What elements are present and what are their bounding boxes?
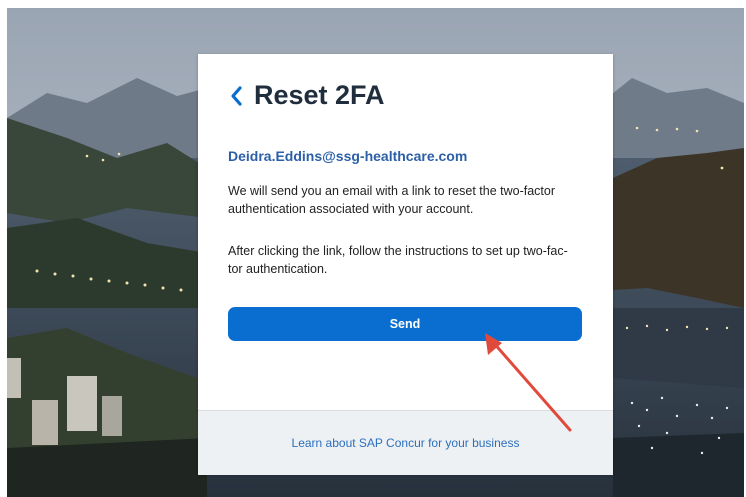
card-footer: Learn about SAP Concur for your business bbox=[198, 410, 613, 475]
chevron-left-icon[interactable] bbox=[228, 85, 246, 107]
learn-about-sap-concur-link[interactable]: Learn about SAP Concur for your business bbox=[292, 436, 520, 450]
send-button[interactable]: Send bbox=[228, 307, 582, 341]
screenshot-frame: Reset 2FA Deidra.Eddins@ssg-healthcare.c… bbox=[7, 8, 744, 497]
followup-instruction-text: After clicking the link, follow the inst… bbox=[228, 244, 568, 276]
card-header: Reset 2FA bbox=[228, 80, 385, 111]
account-email: Deidra.Eddins@ssg-healthcare.com bbox=[228, 148, 468, 164]
page-title: Reset 2FA bbox=[254, 80, 385, 110]
reset-2fa-card: Reset 2FA Deidra.Eddins@ssg-healthcare.c… bbox=[198, 54, 613, 475]
instruction-text: We will send you an email with a link to… bbox=[228, 184, 555, 216]
